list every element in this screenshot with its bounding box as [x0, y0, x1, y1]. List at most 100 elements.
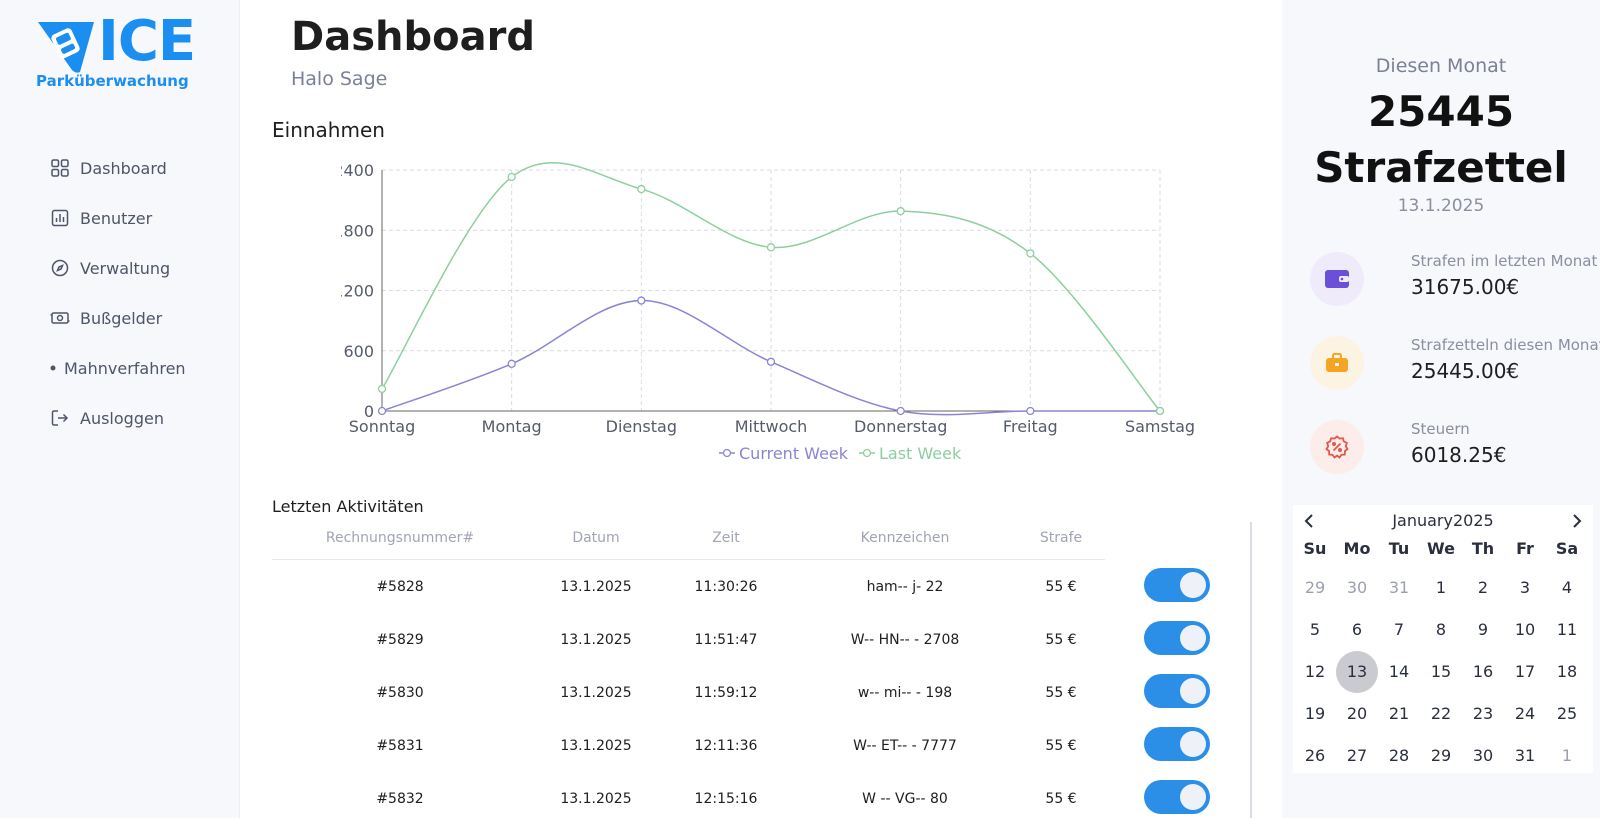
- row-plate: W-- ET-- - 7777: [853, 737, 957, 754]
- calendar-day[interactable]: 5: [1294, 609, 1336, 651]
- calendar-day[interactable]: 11: [1546, 609, 1588, 651]
- calendar-day[interactable]: 24: [1504, 693, 1546, 735]
- row-toggle[interactable]: [1144, 727, 1210, 761]
- calendar-day[interactable]: 2: [1462, 567, 1504, 609]
- calendar-day[interactable]: 16: [1462, 651, 1504, 693]
- calendar-day[interactable]: 26: [1294, 735, 1336, 777]
- calendar-day[interactable]: 6: [1336, 609, 1378, 651]
- y-tick-label: 2400: [341, 161, 374, 180]
- stat-label: Steuern: [1411, 420, 1470, 438]
- legend-label: Current Week: [739, 444, 849, 463]
- sidebar-item-benutzer[interactable]: Benutzer: [50, 193, 186, 243]
- calendar-weekday: Su: [1303, 539, 1327, 558]
- row-toggle[interactable]: [1144, 568, 1210, 602]
- invoice-number: #5829: [376, 631, 424, 648]
- row-time: 12:15:16: [694, 790, 758, 807]
- sidebar-item-bussgelder[interactable]: Bußgelder: [50, 293, 186, 343]
- stat-taxes: Steuern 6018.25€: [1310, 416, 1600, 476]
- table-row: #5828 13.1.2025 11:30:26 ham-- j- 22 55 …: [272, 560, 1212, 613]
- data-point: [507, 172, 516, 182]
- invoice-number: #5832: [376, 790, 424, 807]
- calendar-day[interactable]: 8: [1420, 609, 1462, 651]
- sidebar-item-verwaltung[interactable]: Verwaltung: [50, 243, 186, 293]
- calendar-day[interactable]: 31: [1504, 735, 1546, 777]
- revenue-title: Einnahmen: [272, 118, 385, 142]
- calendar-day[interactable]: 1: [1546, 735, 1588, 777]
- calendar-weekday: Fr: [1516, 539, 1534, 558]
- calendar-day[interactable]: 15: [1420, 651, 1462, 693]
- calendar-day[interactable]: 25: [1546, 693, 1588, 735]
- row-toggle[interactable]: [1144, 621, 1210, 655]
- summary-unit: Strafzettel: [1314, 143, 1568, 192]
- calendar-day[interactable]: 29: [1420, 735, 1462, 777]
- brand-logo[interactable]: ICE Parküberwachung: [36, 12, 204, 96]
- logo-mark-icon: [38, 22, 94, 73]
- brand-name: ICE: [98, 9, 196, 74]
- calendar-weekday: Mo: [1343, 539, 1371, 558]
- calendar-day[interactable]: 27: [1336, 735, 1378, 777]
- calendar-day[interactable]: 18: [1546, 651, 1588, 693]
- calendar-day[interactable]: 13: [1336, 651, 1378, 693]
- row-time: 11:59:12: [694, 684, 758, 701]
- toggle-knob: [1180, 784, 1206, 810]
- calendar-day[interactable]: 3: [1504, 567, 1546, 609]
- compass-icon: [50, 258, 70, 278]
- calendar-day[interactable]: 19: [1294, 693, 1336, 735]
- calendar-day[interactable]: 9: [1462, 609, 1504, 651]
- stat-value: 31675.00€: [1411, 275, 1520, 299]
- stat-this-month: Strafzetteln diesen Monat 25445.00€: [1310, 332, 1600, 392]
- legend-label: Last Week: [879, 444, 962, 463]
- grid-icon: [50, 158, 70, 178]
- sidebar-item-mahnverfahren[interactable]: Mahnverfahren: [50, 343, 186, 393]
- briefcase-icon: [1326, 353, 1348, 372]
- calendar-day[interactable]: 20: [1336, 693, 1378, 735]
- row-date: 13.1.2025: [560, 684, 632, 701]
- calendar-next-button[interactable]: [1567, 509, 1587, 533]
- calendar-day[interactable]: 22: [1420, 693, 1462, 735]
- stat-label: Strafzetteln diesen Monat: [1411, 336, 1600, 354]
- stat-icon-circle: [1310, 252, 1364, 306]
- revenue-chart: 0600120018002400SonntagMontagDienstagMit…: [341, 161, 1195, 463]
- summary-panel: Diesen Monat 25445 Strafzettel 13.1.2025…: [1282, 0, 1600, 818]
- data-point: [766, 357, 776, 366]
- calendar-day[interactable]: 28: [1378, 735, 1420, 777]
- stat-label: Strafen im letzten Monat: [1411, 252, 1598, 270]
- table-scrollbar[interactable]: [1250, 522, 1252, 818]
- calendar-day[interactable]: 1: [1420, 567, 1462, 609]
- sidebar-item-ausloggen[interactable]: Ausloggen: [50, 393, 186, 443]
- calendar-day[interactable]: 31: [1378, 567, 1420, 609]
- calendar-day[interactable]: 30: [1462, 735, 1504, 777]
- row-date: 13.1.2025: [560, 631, 632, 648]
- sidebar-item-label: Verwaltung: [80, 258, 171, 278]
- row-plate: W -- VG-- 80: [862, 790, 948, 807]
- row-plate: ham-- j- 22: [866, 578, 944, 595]
- toggle-knob: [1180, 678, 1206, 704]
- calendar-day[interactable]: 23: [1462, 693, 1504, 735]
- calendar-weekday: We: [1427, 539, 1455, 558]
- legend-marker: [722, 448, 732, 458]
- calendar-weekday: Th: [1471, 539, 1495, 558]
- sidebar-item-label: Benutzer: [80, 208, 153, 228]
- calendar-day[interactable]: 12: [1294, 651, 1336, 693]
- calendar-day[interactable]: 10: [1504, 609, 1546, 651]
- toggle-knob: [1180, 731, 1206, 757]
- percent-badge-icon: [1325, 435, 1349, 459]
- calendar-day[interactable]: 17: [1504, 651, 1546, 693]
- row-fine: 55 €: [1045, 790, 1077, 807]
- sidebar-item-dashboard[interactable]: Dashboard: [50, 143, 186, 193]
- y-tick-label: 600: [343, 342, 374, 361]
- calendar-day[interactable]: 30: [1336, 567, 1378, 609]
- toggle-knob: [1180, 625, 1206, 651]
- calendar-month: January2025: [1392, 511, 1494, 530]
- row-toggle[interactable]: [1144, 674, 1210, 708]
- calendar-day[interactable]: 21: [1378, 693, 1420, 735]
- sidebar-nav: Dashboard Benutzer Verwaltung Bußgelder …: [50, 143, 186, 443]
- calendar-day[interactable]: 4: [1546, 567, 1588, 609]
- calendar-day[interactable]: 14: [1378, 651, 1420, 693]
- activities-title: Letzten Aktivitäten: [272, 497, 424, 516]
- row-toggle[interactable]: [1144, 780, 1210, 814]
- row-fine: 55 €: [1045, 631, 1077, 648]
- calendar-day[interactable]: 7: [1378, 609, 1420, 651]
- calendar-day[interactable]: 29: [1294, 567, 1336, 609]
- row-date: 13.1.2025: [560, 737, 632, 754]
